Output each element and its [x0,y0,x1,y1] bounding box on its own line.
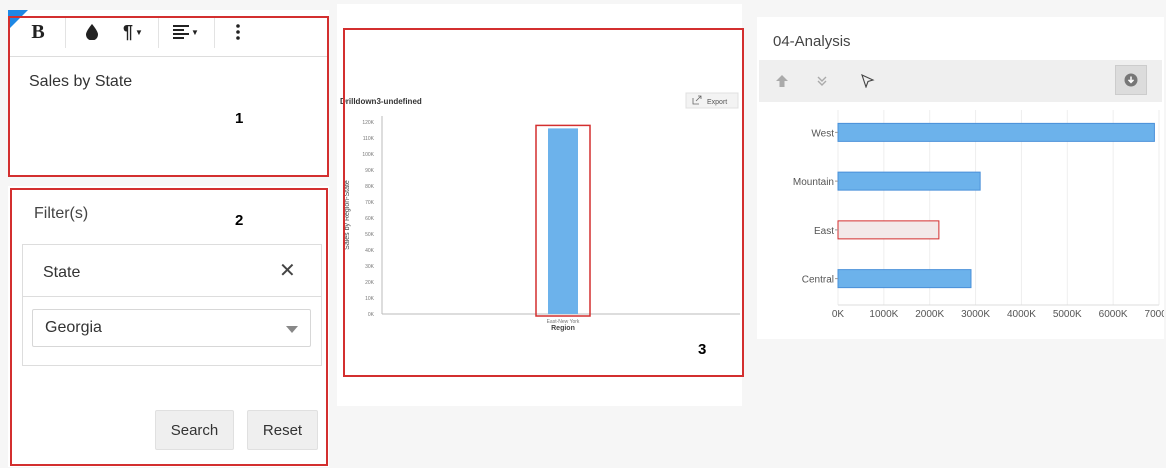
paragraph-icon: ¶ [123,21,134,42]
bar[interactable] [837,122,1155,142]
state-filter-label: State [43,264,81,281]
editor-content[interactable]: Sales by State [29,73,132,91]
y-tick-label: 30K [365,264,375,270]
close-icon[interactable]: ✕ [279,258,296,283]
corner-flag-icon [8,10,28,30]
x-tick-label: 2000K [915,309,944,320]
state-select-value: Georgia [45,319,102,336]
filter-title: Filter(s) [34,205,89,222]
paragraph-button[interactable]: ¶ ▼ [118,18,148,46]
category-label: Mountain [793,177,834,188]
drilldown-chart: Drilldown3-undefined Export 0K 10K 20K 30K 4… [340,92,740,332]
y-tick-label: 20K [365,280,375,286]
y-tick-label: 120K [362,120,374,126]
bar[interactable] [837,220,940,240]
arrow-up-icon[interactable] [771,69,793,93]
more-options-button[interactable] [230,18,246,46]
category-label: West [811,128,834,139]
y-tick-label: 50K [365,232,375,238]
bold-button[interactable]: B [26,18,50,46]
y-tick-label: 90K [365,168,375,174]
x-axis-label: Region [551,325,575,332]
reset-button[interactable]: Reset [247,410,318,450]
editor-toolbar: B ¶ ▼ ▼ [8,10,329,57]
y-tick-label: 80K [365,184,375,190]
toolbar-divider [158,16,159,48]
annotation-label-3: 3 [698,341,707,358]
analysis-toolbar [759,60,1162,102]
x-tick-label: 0K [832,309,845,320]
filter-panel: Filter(s) State ✕ Georgia Search Reset [8,186,329,467]
x-tick-label: 6000K [1099,309,1128,320]
annotation-label-2: 2 [235,212,244,229]
bar[interactable] [548,128,578,314]
toolbar-divider [214,16,215,48]
annotation-label-1: 1 [235,110,244,127]
analysis-bar-chart: West Mountain East Central 0K 1000K 2000K 3000… [793,110,1164,320]
y-tick-label: 0K [368,312,375,318]
more-vertical-icon [236,24,240,40]
analysis-title: 04-Analysis [773,33,851,50]
divider [23,296,321,297]
download-icon [1124,73,1138,87]
cursor-select-icon[interactable] [857,69,879,93]
x-tick-label: 5000K [1053,309,1082,320]
text-color-button[interactable] [82,18,102,46]
chart-title: Drilldown3-undefined [340,97,422,106]
y-axis-label: Sales by Region-State [344,180,351,250]
state-filter-card: State ✕ Georgia [22,244,322,366]
x-tick-label: 7000K [1145,309,1164,320]
droplet-icon [86,24,98,40]
text-editor-panel: B ¶ ▼ ▼ Sales by State [8,10,329,177]
align-left-icon [173,25,190,39]
y-tick-label: 110K [363,136,375,142]
x-tick-label: 3000K [961,309,990,320]
chevron-down-icon [286,326,298,333]
y-tick-label: 60K [365,216,375,222]
export-button[interactable]: Export [685,92,739,109]
y-tick-label: 40K [365,248,375,254]
category-label: Central [802,275,834,286]
category-label: East [814,226,834,237]
y-tick-label: 70K [365,200,375,206]
analysis-panel: 04-Analysis West Mountain East Central 0K 10… [757,17,1164,339]
y-tick-label: 10K [365,296,375,302]
x-tick-label: 1000K [869,309,898,320]
export-label: Export [707,99,727,106]
y-tick-label: 100K [362,152,374,158]
chevrons-down-icon[interactable] [811,69,833,93]
toolbar-divider [65,16,66,48]
bar[interactable] [837,269,972,289]
drilldown-chart-card: Drilldown3-undefined Export 0K 10K 20K 30K 4… [337,4,742,406]
align-button[interactable]: ▼ [168,18,204,46]
bar[interactable] [837,171,981,191]
x-tick-label: 4000K [1007,309,1036,320]
search-button[interactable]: Search [155,410,234,450]
download-button[interactable] [1115,65,1147,95]
state-select[interactable]: Georgia [32,309,311,347]
